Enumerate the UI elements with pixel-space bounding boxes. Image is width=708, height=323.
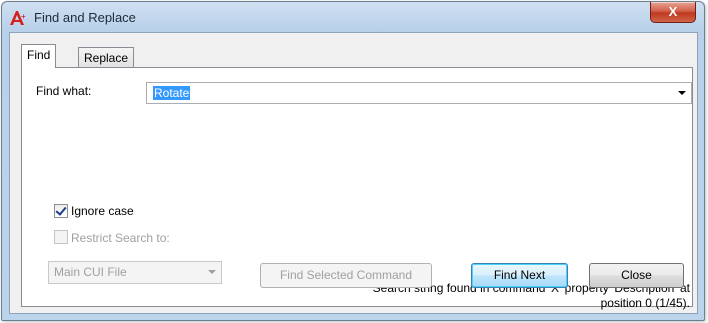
restrict-search-label: Restrict Search to: [71,231,170,245]
chevron-down-icon[interactable] [208,270,216,274]
window-close-button[interactable]: X [650,2,696,23]
find-what-combobox[interactable]: Rotate [146,82,692,104]
tab-replace[interactable]: Replace [78,47,135,68]
restrict-scope-combobox[interactable]: Main CUI File [48,261,222,284]
ignore-case-label: Ignore case [71,204,134,218]
find-next-button[interactable]: Find Next [471,263,568,288]
find-what-value: Rotate [153,86,191,100]
ignore-case-checkbox[interactable] [54,204,68,218]
title-bar[interactable]: + Find and Replace X [2,2,704,32]
chevron-down-icon[interactable] [678,91,686,95]
autocad-app-icon: + [10,11,26,25]
find-what-label: Find what: [36,84,92,98]
close-button[interactable]: Close [589,263,684,288]
tab-find[interactable]: Find [21,44,57,68]
dialog-client-area: Find Replace Find what: Rotate Ignore ca… [9,32,698,314]
restrict-scope-value: Main CUI File [54,265,127,279]
find-selected-command-button[interactable]: Find Selected Command [260,263,432,288]
find-replace-dialog: + Find and Replace X Find Replace Find w… [1,1,705,321]
window-title: Find and Replace [34,10,136,25]
status-line-2: position 0 (1/45). [600,296,690,310]
restrict-search-checkbox[interactable] [54,230,68,244]
svg-text:+: + [21,12,26,21]
